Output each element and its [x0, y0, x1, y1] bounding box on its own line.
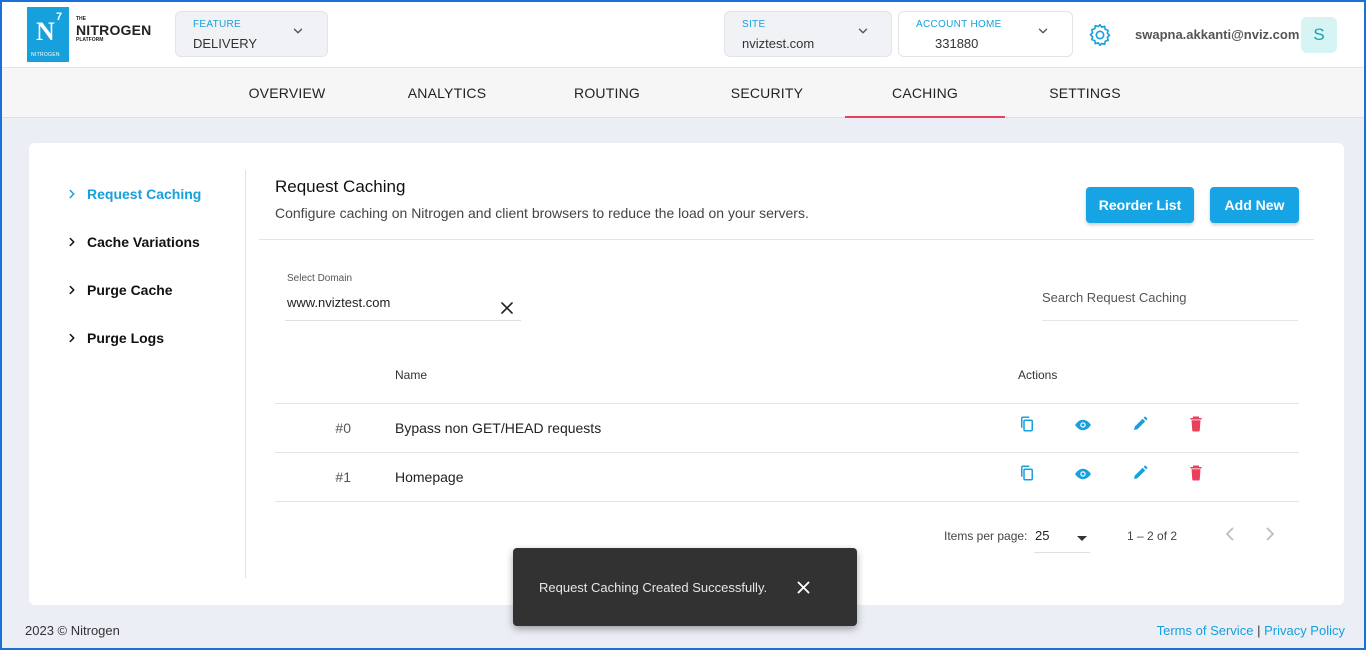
tab-settings[interactable]: SETTINGS [1005, 68, 1165, 118]
brand-title: NITROGEN [76, 22, 152, 38]
top-bar: N 7 NITROGEN THE NITROGEN PLATFORM FEATU… [2, 2, 1364, 68]
next-page-button[interactable] [1262, 526, 1278, 542]
logo-mark: N [36, 17, 55, 46]
feature-select-label: FEATURE [193, 19, 242, 30]
table-divider [275, 452, 1299, 453]
table-divider [275, 403, 1299, 404]
site-select[interactable]: SITE nviztest.com [724, 11, 892, 57]
tab-overview[interactable]: OVERVIEW [207, 68, 367, 118]
sidebar-item-request-caching[interactable]: Request Caching [65, 186, 201, 202]
site-select-label: SITE [742, 19, 766, 30]
row-index: #1 [335, 469, 351, 485]
page-title: Request Caching [275, 177, 406, 196]
content-card: Request Caching Cache Variations Purge C… [29, 143, 1344, 605]
view-icon[interactable] [1074, 465, 1092, 483]
copyright: 2023 © Nitrogen [25, 623, 120, 638]
sidebar-item-label: Purge Logs [87, 330, 165, 346]
privacy-link[interactable]: Privacy Policy [1264, 623, 1345, 638]
avatar[interactable]: S [1301, 17, 1337, 53]
column-header-name: Name [395, 368, 428, 382]
sidebar-divider [245, 170, 246, 578]
page-size-underline [1034, 552, 1090, 553]
close-icon[interactable] [501, 301, 513, 314]
table-divider [275, 501, 1299, 502]
column-header-actions: Actions [1018, 368, 1058, 382]
footer-separator: | [1257, 623, 1261, 638]
caret-down-icon[interactable] [1075, 530, 1089, 541]
row-name: Bypass non GET/HEAD requests [395, 420, 602, 436]
brand-name: THE NITROGEN PLATFORM [76, 17, 152, 43]
chevron-down-icon [291, 24, 305, 38]
search-underline [1042, 320, 1298, 321]
chevron-down-icon [1036, 24, 1050, 38]
tab-routing[interactable]: ROUTING [527, 68, 687, 118]
sidebar-item-cache-variations[interactable]: Cache Variations [65, 234, 200, 250]
gear-icon[interactable] [1087, 22, 1113, 48]
items-per-page-label: Items per page: [944, 529, 1028, 543]
view-icon[interactable] [1074, 416, 1092, 434]
account-select-value: 331880 [935, 36, 979, 51]
feature-select-value: DELIVERY [193, 36, 258, 51]
main-nav: OVERVIEW ANALYTICS ROUTING SECURITY CACH… [2, 68, 1364, 118]
tab-caching[interactable]: CACHING [845, 68, 1005, 118]
domain-select-label: Select Domain [287, 273, 353, 284]
search-input[interactable]: Search Request Caching [1042, 290, 1187, 305]
copy-icon[interactable] [1018, 415, 1036, 433]
logo-caption: NITROGEN [31, 52, 60, 58]
page-size-select[interactable]: 25 [1035, 528, 1049, 543]
nitrogen-logo[interactable]: N 7 NITROGEN [27, 7, 69, 62]
page-range: 1 – 2 of 2 [1127, 529, 1178, 543]
chevron-down-icon [856, 24, 870, 38]
edit-icon[interactable] [1131, 415, 1149, 433]
copy-icon[interactable] [1018, 464, 1036, 482]
chevron-right-icon [65, 187, 79, 201]
brand-platform: PLATFORM [76, 37, 104, 43]
edit-icon[interactable] [1131, 464, 1149, 482]
sidebar-item-purge-logs[interactable]: Purge Logs [65, 330, 164, 346]
tab-analytics[interactable]: ANALYTICS [367, 68, 527, 118]
delete-icon[interactable] [1187, 464, 1205, 482]
domain-underline [285, 320, 521, 321]
sidebar-item-label: Request Caching [87, 186, 202, 202]
sidebar-item-label: Purge Cache [87, 282, 173, 298]
success-toast: Request Caching Created Successfully. [513, 548, 857, 626]
add-new-button[interactable]: Add New [1210, 187, 1299, 223]
chevron-right-icon [65, 331, 79, 345]
account-select-label: ACCOUNT HOME [916, 19, 1002, 30]
footer-links: Terms of Service | Privacy Policy [1157, 623, 1345, 638]
row-index: #0 [335, 420, 351, 436]
chevron-right-icon [65, 235, 79, 249]
domain-select[interactable]: www.nviztest.com [287, 295, 390, 310]
page-description: Configure caching on Nitrogen and client… [275, 205, 809, 221]
site-select-value: nviztest.com [742, 36, 815, 51]
sidebar-item-label: Cache Variations [87, 234, 200, 250]
tab-security[interactable]: SECURITY [687, 68, 847, 118]
reorder-list-button[interactable]: Reorder List [1086, 187, 1194, 223]
logo-superscript: 7 [56, 11, 63, 23]
row-name: Homepage [395, 469, 464, 485]
terms-link[interactable]: Terms of Service [1157, 623, 1254, 638]
chevron-right-icon [65, 283, 79, 297]
feature-select[interactable]: FEATURE DELIVERY [175, 11, 328, 57]
previous-page-button[interactable] [1222, 526, 1238, 542]
sidebar-item-purge-cache[interactable]: Purge Cache [65, 282, 173, 298]
toast-message: Request Caching Created Successfully. [539, 580, 768, 595]
header-divider [259, 239, 1314, 240]
close-icon[interactable] [797, 581, 810, 594]
account-select[interactable]: ACCOUNT HOME 331880 [898, 11, 1073, 57]
user-email[interactable]: swapna.akkanti@nviz.com [1135, 27, 1299, 42]
delete-icon[interactable] [1187, 415, 1205, 433]
